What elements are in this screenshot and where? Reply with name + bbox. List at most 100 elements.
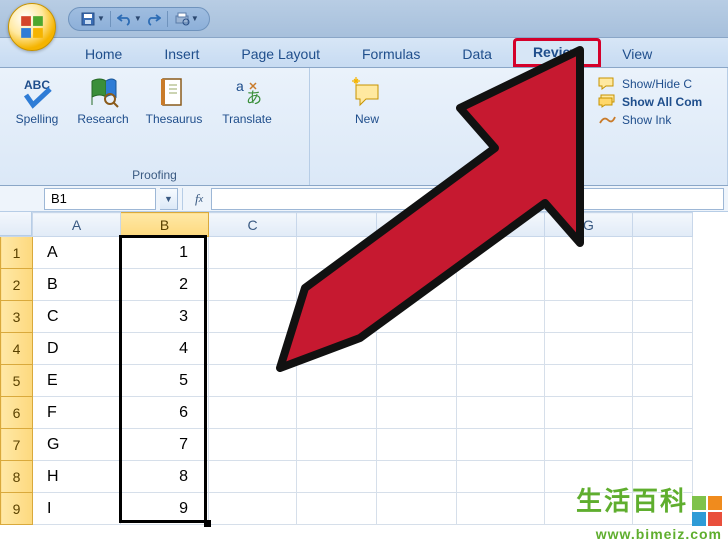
spelling-button[interactable]: ABC Spelling <box>6 72 68 126</box>
name-box-dropdown[interactable]: ▼ <box>160 188 178 210</box>
cell[interactable] <box>377 429 457 461</box>
cell[interactable] <box>457 429 545 461</box>
next-comment-button[interactable]: Next <box>526 72 588 126</box>
cell[interactable] <box>377 397 457 429</box>
cell[interactable]: 7 <box>121 429 209 461</box>
tab-data[interactable]: Data <box>441 39 513 67</box>
cell[interactable] <box>457 333 545 365</box>
cell[interactable] <box>545 301 633 333</box>
undo-icon[interactable] <box>116 10 134 28</box>
cell[interactable] <box>545 269 633 301</box>
row-header[interactable]: 1 <box>1 237 33 269</box>
cell[interactable] <box>633 237 693 269</box>
cell[interactable]: 9 <box>121 493 209 525</box>
show-hide-comment-button[interactable]: Show/Hide C <box>598 76 702 92</box>
row-header[interactable]: 8 <box>1 461 33 493</box>
cell[interactable] <box>377 301 457 333</box>
save-icon[interactable] <box>79 10 97 28</box>
row-header[interactable]: 2 <box>1 269 33 301</box>
cell[interactable]: 1 <box>121 237 209 269</box>
worksheet-grid[interactable]: ABCFG1A12B23C34D45E56F67G78H89I9 <box>0 212 728 525</box>
cell[interactable] <box>633 429 693 461</box>
cell[interactable] <box>209 237 297 269</box>
cell[interactable] <box>297 461 377 493</box>
column-header[interactable]: F <box>457 213 545 237</box>
cell[interactable] <box>545 333 633 365</box>
row-header[interactable]: 4 <box>1 333 33 365</box>
cell[interactable] <box>377 333 457 365</box>
cell[interactable]: 2 <box>121 269 209 301</box>
cell[interactable] <box>297 397 377 429</box>
select-all-corner[interactable] <box>0 212 32 236</box>
chevron-down-icon[interactable]: ▼ <box>134 14 142 23</box>
new-comment-button[interactable]: New <box>336 72 398 126</box>
fx-button[interactable]: fx <box>187 188 211 210</box>
column-header[interactable] <box>297 213 377 237</box>
office-button[interactable] <box>8 3 56 51</box>
cell[interactable] <box>633 333 693 365</box>
cell[interactable] <box>297 301 377 333</box>
cell[interactable] <box>297 493 377 525</box>
tab-page-layout[interactable]: Page Layout <box>220 39 341 67</box>
cell[interactable] <box>457 301 545 333</box>
cell[interactable] <box>633 365 693 397</box>
column-header[interactable]: G <box>545 213 633 237</box>
cell[interactable] <box>377 493 457 525</box>
cell[interactable]: 8 <box>121 461 209 493</box>
cell[interactable]: B <box>33 269 121 301</box>
chevron-down-icon[interactable]: ▼ <box>97 14 105 23</box>
cell[interactable] <box>297 365 377 397</box>
show-ink-button[interactable]: Show Ink <box>598 112 702 128</box>
fill-handle[interactable] <box>204 520 211 527</box>
cell[interactable]: D <box>33 333 121 365</box>
cell[interactable] <box>209 397 297 429</box>
cell[interactable] <box>297 333 377 365</box>
cell[interactable] <box>297 429 377 461</box>
cell[interactable] <box>209 493 297 525</box>
cell[interactable] <box>377 269 457 301</box>
cell[interactable]: H <box>33 461 121 493</box>
cell[interactable] <box>457 365 545 397</box>
cell[interactable] <box>545 397 633 429</box>
column-header[interactable] <box>377 213 457 237</box>
tab-review[interactable]: Review <box>513 38 601 67</box>
cell[interactable]: 3 <box>121 301 209 333</box>
cell[interactable] <box>209 429 297 461</box>
cell[interactable] <box>297 237 377 269</box>
thesaurus-button[interactable]: Thesaurus <box>138 72 210 126</box>
cell[interactable] <box>545 365 633 397</box>
cell[interactable] <box>209 365 297 397</box>
row-header[interactable]: 7 <box>1 429 33 461</box>
cell[interactable] <box>377 365 457 397</box>
cell[interactable] <box>545 429 633 461</box>
column-header[interactable]: C <box>209 213 297 237</box>
tab-home[interactable]: Home <box>64 39 143 67</box>
row-header[interactable]: 3 <box>1 301 33 333</box>
cell[interactable]: 5 <box>121 365 209 397</box>
cell[interactable] <box>377 461 457 493</box>
row-header[interactable]: 9 <box>1 493 33 525</box>
cell[interactable] <box>457 493 545 525</box>
column-header[interactable] <box>633 213 693 237</box>
cell[interactable] <box>633 397 693 429</box>
cell[interactable] <box>209 461 297 493</box>
cell[interactable] <box>457 461 545 493</box>
tab-formulas[interactable]: Formulas <box>341 39 441 67</box>
column-header[interactable]: A <box>33 213 121 237</box>
cell[interactable] <box>633 301 693 333</box>
cell[interactable]: A <box>33 237 121 269</box>
cell[interactable] <box>377 237 457 269</box>
cell[interactable] <box>209 301 297 333</box>
cell[interactable] <box>297 269 377 301</box>
cell[interactable]: I <box>33 493 121 525</box>
cell[interactable] <box>457 269 545 301</box>
tab-insert[interactable]: Insert <box>143 39 220 67</box>
cell[interactable] <box>457 237 545 269</box>
cell[interactable]: E <box>33 365 121 397</box>
show-all-comments-button[interactable]: Show All Com <box>598 94 702 110</box>
research-button[interactable]: Research <box>72 72 134 126</box>
cell[interactable] <box>209 333 297 365</box>
tab-view[interactable]: View <box>601 39 673 67</box>
redo-icon[interactable] <box>144 10 162 28</box>
cell[interactable] <box>633 269 693 301</box>
